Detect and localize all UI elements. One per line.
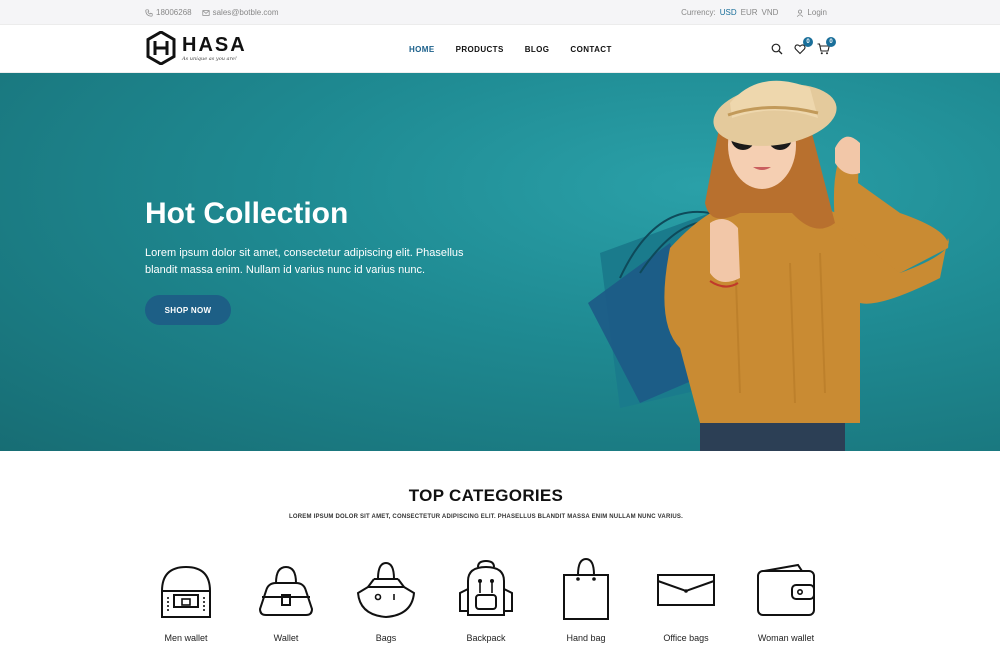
phone-contact[interactable]: 18006268 <box>145 8 192 17</box>
currency-vnd[interactable]: VND <box>762 8 779 17</box>
category-woman-wallet[interactable]: Woman wallet <box>736 557 836 643</box>
categories-title: TOP CATEGORIES <box>408 486 564 505</box>
cart-count-badge: 0 <box>826 37 836 47</box>
user-icon <box>797 9 804 17</box>
category-label: Hand bag <box>566 633 606 643</box>
logo-name: HASA <box>182 33 247 56</box>
category-label: Bags <box>375 633 397 643</box>
search-button[interactable] <box>770 42 784 56</box>
categories-subtitle: LOREM IPSUM DOLOR SIT AMET, CONSECTETUR … <box>289 514 683 520</box>
topbar-right: Currency: USD EUR VND Login <box>681 0 827 25</box>
login-link[interactable]: Login <box>796 8 827 17</box>
category-men-wallet[interactable]: Men wallet <box>136 557 236 643</box>
category-wallet[interactable]: Wallet <box>236 557 336 643</box>
shop-now-button[interactable]: SHOP NOW <box>145 295 231 325</box>
nav-home[interactable]: HOME <box>409 45 435 54</box>
wishlist-count-badge: 0 <box>803 37 813 47</box>
cart-button[interactable]: 0 <box>816 37 836 56</box>
logo-tagline: As unique as you are! <box>182 55 237 62</box>
currency-eur[interactable]: EUR <box>741 8 758 17</box>
hand-bag-icon <box>563 557 609 620</box>
category-label: Backpack <box>466 633 506 643</box>
wallet-icon <box>258 565 314 616</box>
category-label: Wallet <box>273 633 299 643</box>
bags-icon <box>356 561 416 619</box>
category-label: Office bags <box>663 633 709 643</box>
main-nav: HOME PRODUCTS BLOG CONTACT <box>409 25 612 73</box>
currency-usd[interactable]: USD <box>720 8 737 17</box>
email-address: sales@botble.com <box>212 8 279 17</box>
search-icon <box>771 43 783 55</box>
men-wallet-icon <box>161 565 211 618</box>
site-logo[interactable]: HASA As unique as you are! <box>146 31 247 65</box>
category-backpack[interactable]: Backpack <box>436 557 536 643</box>
woman-wallet-icon <box>757 563 815 616</box>
hero-model-image <box>588 80 949 451</box>
category-hand-bag[interactable]: Hand bag <box>536 557 636 643</box>
currency-switcher: Currency: USD EUR VND <box>681 8 778 17</box>
category-bags[interactable]: Bags <box>336 557 436 643</box>
category-label: Men wallet <box>164 633 208 643</box>
phone-number: 18006268 <box>156 8 192 17</box>
header-actions: 0 0 <box>770 25 836 73</box>
phone-icon <box>145 8 153 17</box>
hero-description: Lorem ipsum dolor sit amet, consectetur … <box>145 247 464 276</box>
top-bar: 18006268 sales@botble.com Currency: USD … <box>0 0 1000 25</box>
hero-banner: Hot Collection Lorem ipsum dolor sit ame… <box>0 73 1000 451</box>
currency-label: Currency: <box>681 8 716 17</box>
email-contact[interactable]: sales@botble.com <box>202 8 279 17</box>
login-label: Login <box>807 8 827 17</box>
category-office-bags[interactable]: Office bags <box>636 557 736 643</box>
nav-blog[interactable]: BLOG <box>525 45 550 54</box>
nav-contact[interactable]: CONTACT <box>570 45 611 54</box>
categories-list: Men wallet Wallet Bags Backpack Hand bag… <box>136 557 836 652</box>
contact-info: 18006268 sales@botble.com <box>145 0 279 25</box>
wishlist-button[interactable]: 0 <box>793 37 813 56</box>
logo-hexagon-icon <box>146 31 176 65</box>
logo-text: HASA As unique as you are! <box>182 35 247 62</box>
category-label: Woman wallet <box>757 633 815 643</box>
mail-icon <box>202 9 210 16</box>
hero-title: Hot Collection <box>145 197 349 230</box>
main-header: HASA As unique as you are! HOME PRODUCTS… <box>0 25 1000 73</box>
office-bags-icon <box>657 574 715 606</box>
nav-products[interactable]: PRODUCTS <box>456 45 504 54</box>
backpack-icon <box>459 559 513 616</box>
